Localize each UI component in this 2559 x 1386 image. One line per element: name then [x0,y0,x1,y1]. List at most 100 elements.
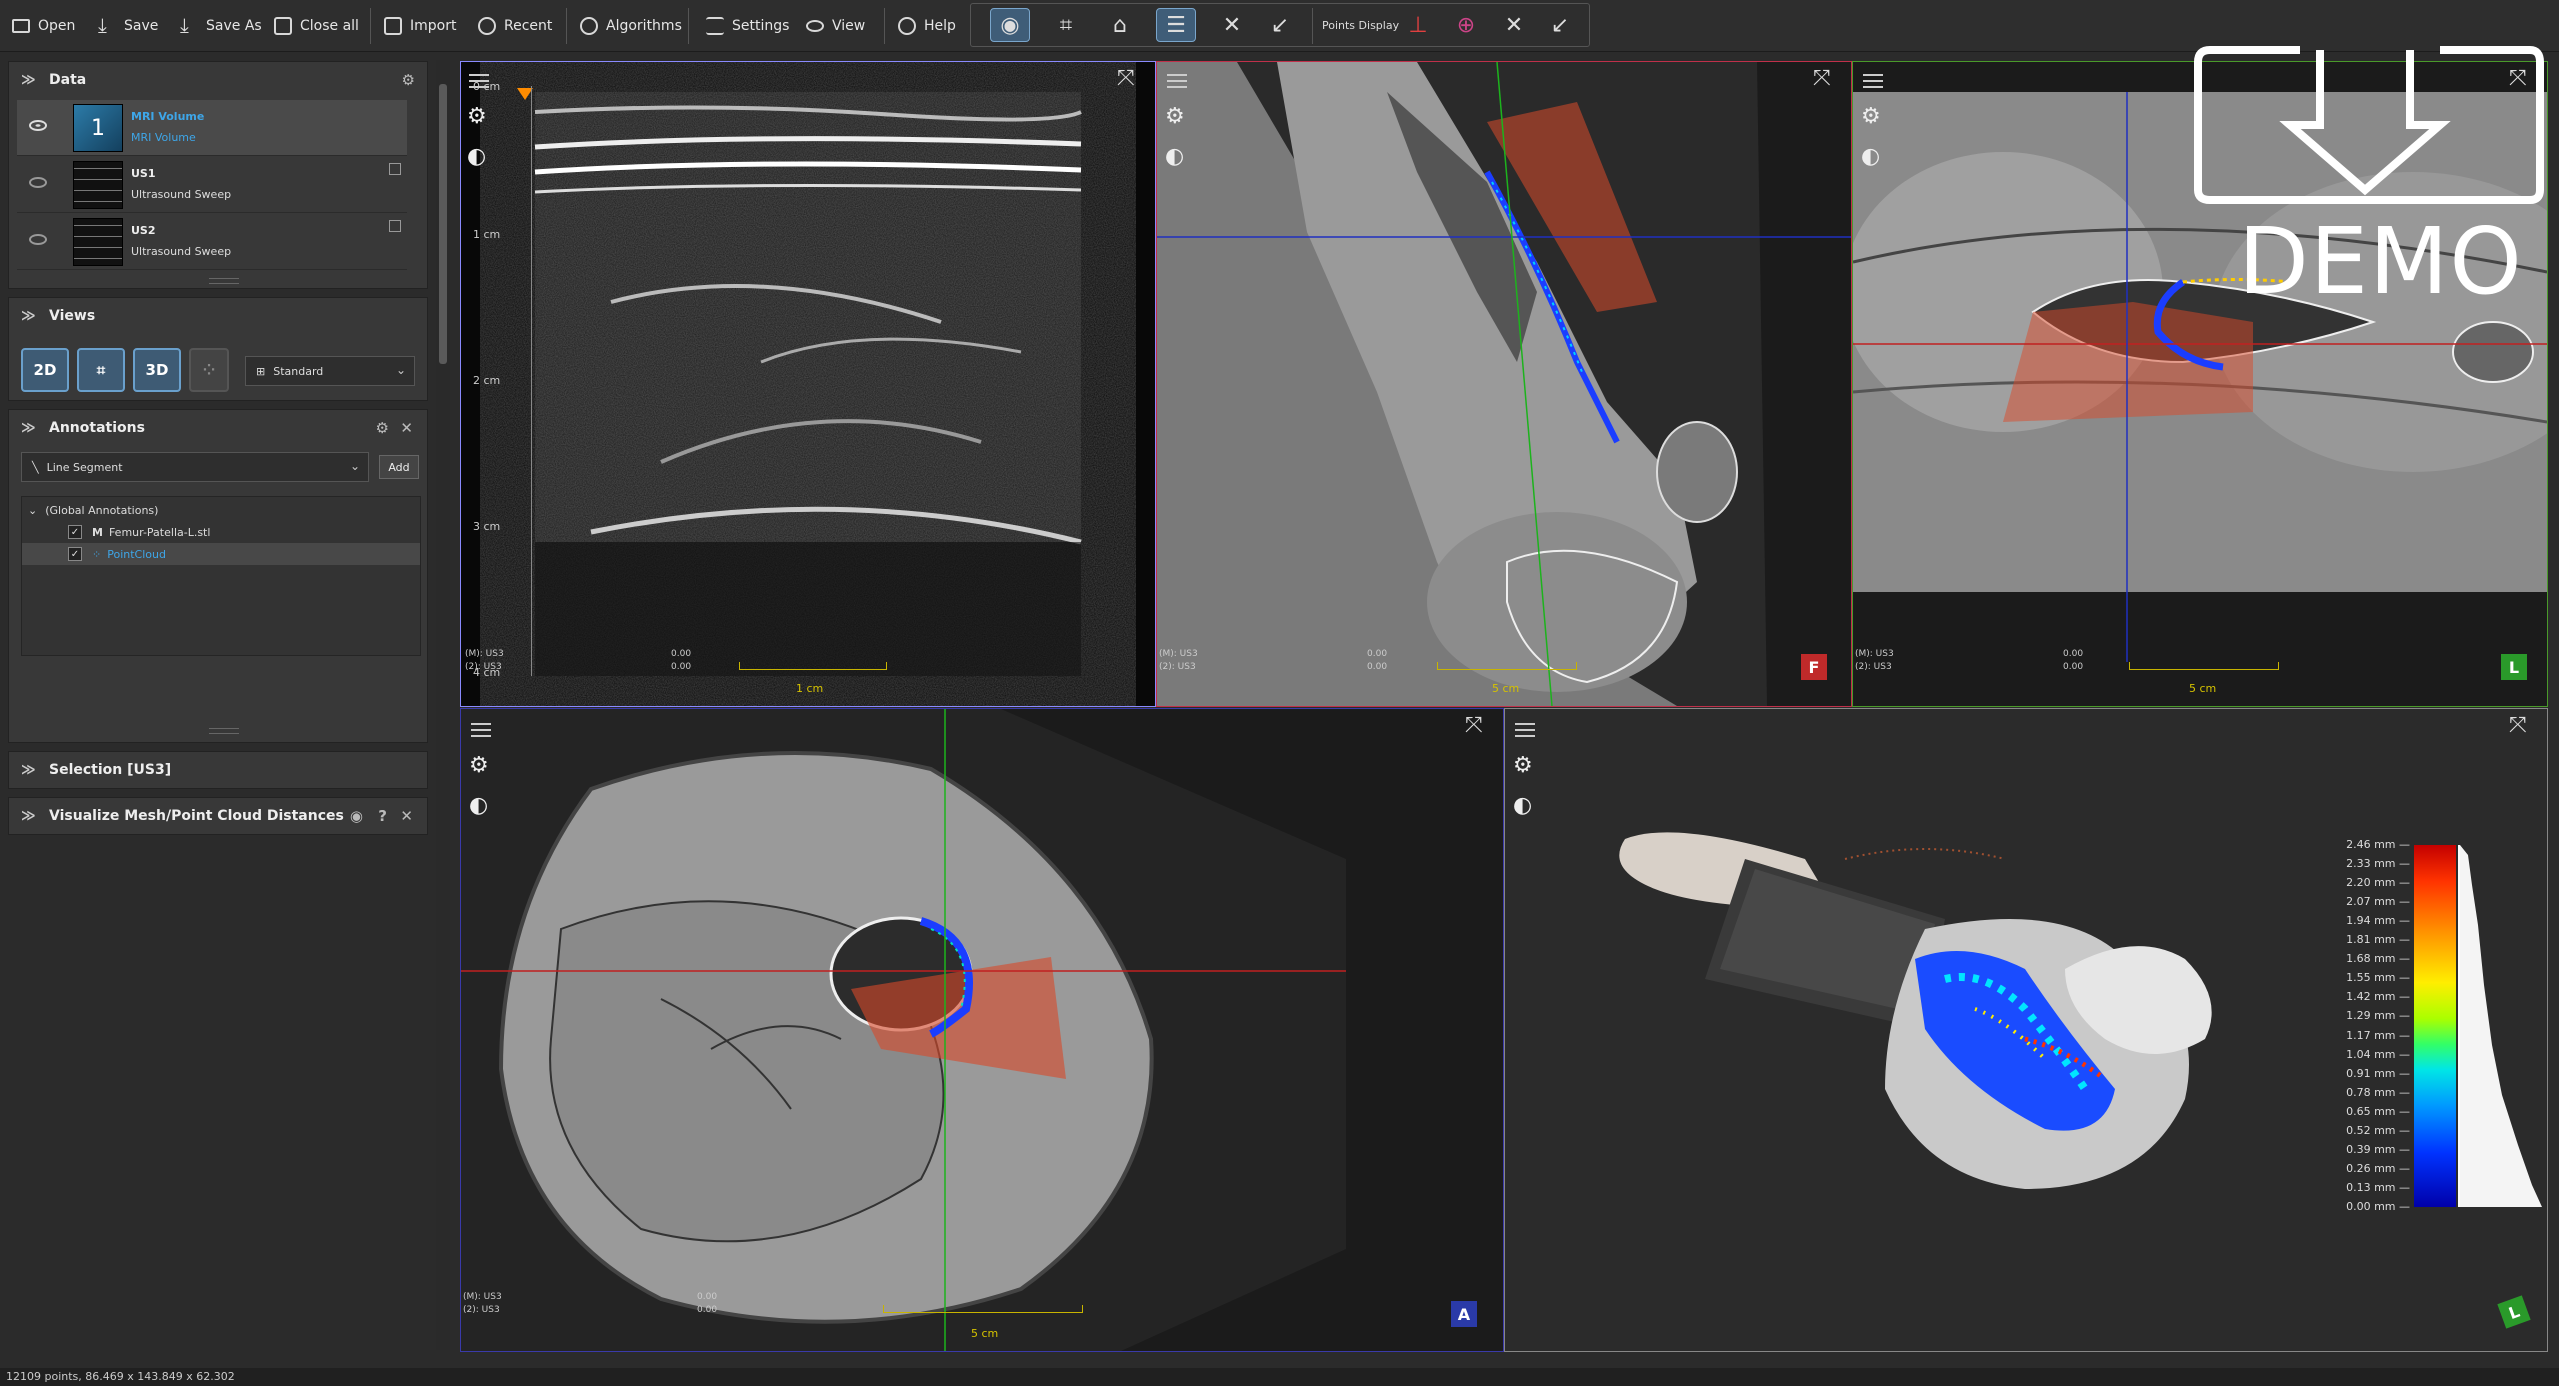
distances-panel-header[interactable]: ≫ Visualize Mesh/Point Cloud Distances ◉? ✕ [9,798,427,834]
visibility-checkbox[interactable]: ✓ [68,525,82,539]
view-menu-icon[interactable] [1515,723,1535,737]
eye-icon[interactable]: ◉ [350,807,363,825]
data-item-us1[interactable]: US1 Ultrasound Sweep [17,157,407,213]
sidebar-scrollbar[interactable] [436,60,450,1350]
axes-button[interactable]: ⊥ [1398,8,1438,42]
close-icon[interactable]: ✕ [400,419,413,437]
copy-icon[interactable] [389,220,401,232]
brightness-icon[interactable]: ◐ [469,793,488,818]
annotation-tool-select[interactable]: ╲ Line Segment ⌄ [21,452,369,482]
brightness-icon[interactable]: ◐ [1165,144,1184,169]
reset-3d-button[interactable]: ✕ [1494,8,1534,42]
chevron-down-icon: ≫ [21,420,36,436]
pointer-3d-button[interactable]: ↙ [1540,8,1580,42]
chevron-down-icon: ⌄ [349,459,360,473]
help-icon [898,17,916,35]
value-line: 0.00 [671,649,692,659]
view-menu-icon[interactable] [1167,74,1187,88]
add-annotation-button[interactable]: Add [379,455,419,479]
orientation-cube[interactable]: L [2497,1295,2531,1329]
view-button[interactable]: View [800,8,871,44]
view-3d-button[interactable]: 3D [133,348,181,392]
pointer-button[interactable]: ↙ [1260,8,1300,42]
recent-button[interactable]: Recent [472,8,558,44]
copy-icon[interactable] [389,163,401,175]
close-icon[interactable]: ✕ [400,807,413,825]
layout-select[interactable]: ⊞ Standard ⌄ [245,356,415,386]
visibility-mode-button[interactable]: ◉ [990,8,1030,42]
sagittal-view[interactable]: ⚙ ◐ ⤧ (M): US3 (2): US3 0.00 0.00 5 cm F [1157,62,1851,706]
panel-resize-handle[interactable] [209,728,239,734]
data-item-name: US2 [131,224,156,237]
view-mpr-button[interactable]: ⌗ [77,348,125,392]
value-line: 0.00 [1367,662,1388,672]
gear-icon[interactable]: ⚙ [1513,753,1533,778]
view-2d-button[interactable]: 2D [21,348,69,392]
slice-mode-button[interactable]: ☰ [1156,8,1196,42]
algorithms-button[interactable]: Algorithms [574,8,688,44]
colorbar-label: 0.65 mm — [2346,1104,2410,1118]
chevron-down-icon: ⌄ [395,363,406,377]
gear-icon[interactable]: ⚙ [469,753,489,778]
visibility-eye-icon[interactable] [29,177,47,188]
view-values: 0.00 0.00 [1367,648,1387,674]
brightness-icon[interactable]: ◐ [1513,793,1532,818]
save-as-button[interactable]: Save As [174,8,268,44]
gear-icon[interactable]: ⚙ [402,71,415,89]
visibility-eye-icon[interactable] [29,120,47,131]
panel-resize-handle[interactable] [209,278,239,284]
reset-view-button[interactable]: ✕ [1212,8,1252,42]
axial-view[interactable]: ⚙ ◐ ⤧ (M): US3 (2): US3 0.00 0.00 5 cm A [461,709,1503,1351]
ultrasound-view[interactable]: ⚙ ◐ ⤧ 0 cm 1 cm 2 cm 3 cm 4 cm (M): US3(… [461,62,1155,706]
axial-image [461,709,1346,1351]
save-as-icon [180,13,198,37]
view-points-button[interactable]: ⁘ [189,348,229,392]
view-info: (M): US3 (2): US3 [1159,648,1198,674]
maximize-icon[interactable]: ⤧ [1813,66,1831,91]
settings-button[interactable]: Settings [700,8,795,44]
save-button[interactable]: Save [92,8,164,44]
mpr-mode-button[interactable]: ⌗ [1046,8,1086,42]
brightness-icon[interactable]: ◐ [467,144,486,169]
open-button[interactable]: Open [6,8,81,44]
maximize-icon[interactable]: ⤧ [1117,66,1135,91]
close-all-button[interactable]: Close all [268,8,365,44]
scale-bar [1437,662,1577,670]
maximize-icon[interactable]: ⤧ [1465,713,1483,738]
import-button[interactable]: Import [378,8,462,44]
data-item-us2[interactable]: US2 Ultrasound Sweep [17,214,407,270]
view-menu-icon[interactable] [1863,74,1883,88]
chevron-down-icon: ⌄ [28,503,38,517]
maximize-icon[interactable]: ⤧ [2509,713,2527,738]
views-panel-header[interactable]: ≫ Views [9,298,427,334]
tree-item-global[interactable]: ⌄ (Global Annotations) [22,499,420,521]
selection-panel-header[interactable]: ≫ Selection [US3] [9,752,427,788]
3d-render [1619,832,2212,1189]
visibility-eye-icon[interactable] [29,234,47,245]
gear-icon[interactable]: ⚙ [376,419,389,437]
gear-icon[interactable]: ⚙ [467,104,487,129]
crop-mode-button[interactable]: ⌂ [1100,8,1140,42]
colorbar-label: 0.78 mm — [2346,1085,2410,1099]
toolbar-separator [688,8,689,44]
tree-item-pointcloud[interactable]: ✓ ⁘ PointCloud [22,543,420,565]
view-menu-icon[interactable] [471,723,491,737]
data-panel-header[interactable]: ≫ Data ⚙ [9,62,427,98]
help-icon[interactable]: ? [378,807,387,825]
data-item-mri[interactable]: 1 MRI Volume MRI Volume [17,100,407,156]
depth-ruler [531,86,532,676]
gear-icon[interactable]: ⚙ [1861,104,1881,129]
help-button[interactable]: Help [892,8,962,44]
data-item-type: Ultrasound Sweep [131,245,232,258]
info-line: (2): US3 [463,1305,500,1315]
gear-icon[interactable]: ⚙ [1165,104,1185,129]
visibility-checkbox[interactable]: ✓ [68,547,82,561]
points-icon: ⁘ [202,361,216,379]
grid-cube-icon: ⌗ [1059,12,1073,38]
colorbar-label: 0.26 mm — [2346,1161,2410,1175]
sphere-button[interactable]: ⊕ [1446,8,1486,42]
brightness-icon[interactable]: ◐ [1861,144,1880,169]
annotations-panel-header[interactable]: ≫ Annotations ⚙ ✕ [9,410,427,446]
scrollbar-thumb[interactable] [439,84,447,364]
tree-item-mesh[interactable]: ✓ M Femur-Patella-L.stl [22,521,420,543]
